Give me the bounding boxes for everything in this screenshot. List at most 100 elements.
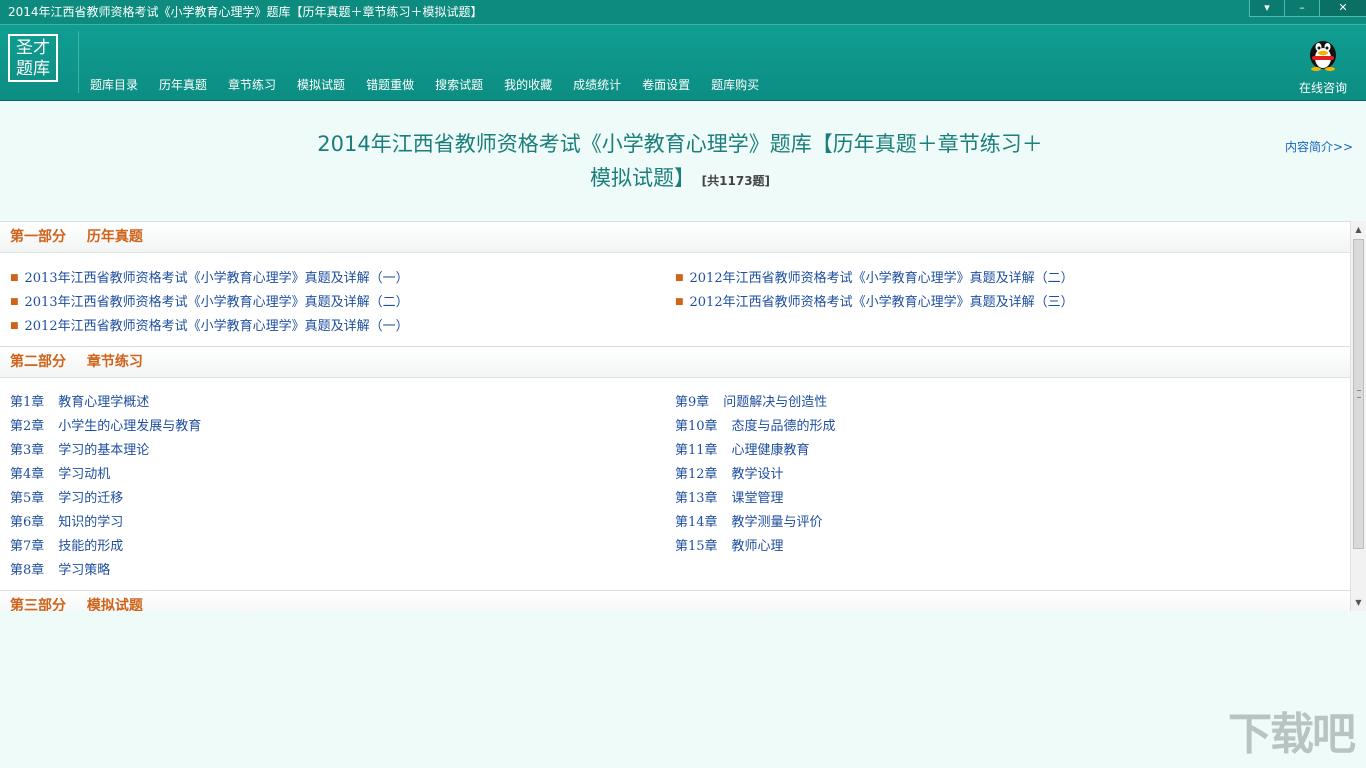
section-name: 章节练习 (86, 354, 143, 370)
chapter-title: 课堂管理 (731, 491, 784, 506)
chapter-item[interactable]: 第13章 课堂管理 (675, 487, 836, 511)
chapter-title: 态度与品德的形成 (731, 419, 836, 434)
online-consult-button[interactable]: 在线咨询 (1298, 33, 1348, 96)
nav-catalog[interactable]: 题库目录 (90, 76, 138, 93)
chapter-item[interactable]: 第9章 问题解决与创造性 (675, 391, 836, 415)
chapter-item[interactable]: 第7章 技能的形成 (10, 535, 201, 559)
window-title: 2014年江西省教师资格考试《小学教育心理学》题库【历年真题＋章节练习＋模拟试题… (8, 5, 483, 19)
chapter-item[interactable]: 第14章 教学测量与评价 (675, 511, 836, 535)
page-title-line-1: 2014年江西省教师资格考试《小学教育心理学》题库【历年真题＋章节练习＋ (317, 132, 1043, 156)
chapter-number: 第12章 (675, 467, 718, 482)
chapter-number: 第4章 (10, 467, 45, 482)
chapter-number: 第14章 (675, 515, 718, 530)
close-button[interactable]: ✕ (1319, 0, 1366, 17)
app-header: 圣才 题库 题库目录 历年真题 章节练习 模拟试题 错题重做 搜索试题 我的收藏… (0, 25, 1366, 101)
page-title-line-2: 模拟试题】 [共1173题] (280, 161, 1080, 198)
nav-paper-settings[interactable]: 卷面设置 (642, 76, 690, 93)
chapter-number: 第15章 (675, 539, 718, 554)
chapter-title: 学习动机 (58, 467, 111, 482)
chapter-title: 心理健康教育 (731, 443, 810, 458)
chapter-right-column: 第9章 问题解决与创造性 第10章 态度与品德的形成 第11章 心理健康教育 第12章… (675, 391, 836, 559)
list-item[interactable]: ■ 2012年江西省教师资格考试《小学教育心理学》真题及详解（三） (675, 290, 1074, 314)
minimize-button[interactable]: – (1284, 0, 1319, 17)
nav-favorites[interactable]: 我的收藏 (504, 76, 552, 93)
chapter-item[interactable]: 第5章 学习的迁移 (10, 487, 201, 511)
chapter-title: 教学测量与评价 (731, 515, 823, 530)
qq-penguin-icon (1310, 41, 1336, 71)
chapter-number: 第1章 (10, 395, 45, 410)
list-item[interactable]: ■ 2012年江西省教师资格考试《小学教育心理学》真题及详解（二） (675, 266, 1074, 290)
dropdown-button[interactable]: ▾ (1249, 0, 1284, 17)
chapter-item[interactable]: 第11章 心理健康教育 (675, 439, 836, 463)
chapter-title: 问题解决与创造性 (723, 395, 828, 410)
nav-chapter-practice[interactable]: 章节练习 (228, 76, 276, 93)
chapter-item[interactable]: 第6章 知识的学习 (10, 511, 201, 535)
page-title: 2014年江西省教师资格考试《小学教育心理学》题库【历年真题＋章节练习＋ 模拟试… (280, 127, 1080, 198)
chapter-item[interactable]: 第8章 学习策略 (10, 559, 201, 583)
nav-search[interactable]: 搜索试题 (435, 76, 483, 93)
main-nav: 题库目录 历年真题 章节练习 模拟试题 错题重做 搜索试题 我的收藏 成绩统计 … (90, 76, 780, 93)
intro-link[interactable]: 内容简介>> (1285, 138, 1353, 155)
chapter-item[interactable]: 第15章 教师心理 (675, 535, 836, 559)
logo-line-2: 题库 (16, 59, 50, 79)
chapter-item[interactable]: 第10章 态度与品德的形成 (675, 415, 836, 439)
chapter-number: 第6章 (10, 515, 45, 530)
nav-mock-exams[interactable]: 模拟试题 (297, 76, 345, 93)
chapter-number: 第11章 (675, 443, 718, 458)
bullet-icon: ■ (675, 297, 684, 307)
section-header-chapter-practice: 第二部分 章节练习 (0, 347, 1350, 378)
chapter-number: 第5章 (10, 491, 45, 506)
nav-past-exams[interactable]: 历年真题 (159, 76, 207, 93)
bullet-icon: ■ (675, 273, 684, 283)
chapter-item[interactable]: 第4章 学习动机 (10, 463, 201, 487)
chapter-left-column: 第1章 教育心理学概述 第2章 小学生的心理发展与教育 第3章 学习的基本理论 第4章… (10, 391, 201, 583)
vertical-scrollbar[interactable]: ▲ ▼ (1350, 221, 1366, 611)
chapter-title: 技能的形成 (58, 539, 124, 554)
section-name: 模拟试题 (86, 598, 143, 612)
list-item-label: 2012年江西省教师资格考试《小学教育心理学》真题及详解（二） (689, 271, 1074, 286)
main-area: 2014年江西省教师资格考试《小学教育心理学》题库【历年真题＋章节练习＋ 模拟试… (0, 101, 1366, 612)
list-item-label: 2013年江西省教师资格考试《小学教育心理学》真题及详解（二） (24, 295, 409, 310)
chapter-number: 第7章 (10, 539, 45, 554)
chapter-number: 第2章 (10, 419, 45, 434)
catalog-content: 第一部分 历年真题 ■ 2013年江西省教师资格考试《小学教育心理学》真题及详解（… (0, 221, 1350, 612)
chapter-number: 第9章 (675, 395, 710, 410)
empty-area (0, 611, 1366, 768)
chapter-title: 学习的基本理论 (58, 443, 150, 458)
chapter-number: 第13章 (675, 491, 718, 506)
section-number: 第二部分 (10, 354, 66, 370)
list-item[interactable]: ■ 2012年江西省教师资格考试《小学教育心理学》真题及详解（一） (10, 314, 409, 338)
chapter-title: 学习的迁移 (58, 491, 124, 506)
chapter-item[interactable]: 第3章 学习的基本理论 (10, 439, 201, 463)
chapter-item[interactable]: 第1章 教育心理学概述 (10, 391, 201, 415)
chapter-item[interactable]: 第12章 教学设计 (675, 463, 836, 487)
nav-redo-wrong[interactable]: 错题重做 (366, 76, 414, 93)
nav-purchase[interactable]: 题库购买 (711, 76, 759, 93)
chapter-title: 教育心理学概述 (58, 395, 150, 410)
question-count: [共1173题] (701, 174, 771, 188)
bullet-icon: ■ (10, 321, 19, 331)
scroll-thumb[interactable] (1353, 239, 1364, 549)
chapter-title: 学习策略 (58, 563, 111, 578)
list-item[interactable]: ■ 2013年江西省教师资格考试《小学教育心理学》真题及详解（二） (10, 290, 409, 314)
chapter-item[interactable]: 第2章 小学生的心理发展与教育 (10, 415, 201, 439)
section-number: 第一部分 (10, 229, 66, 245)
chapter-number: 第8章 (10, 563, 45, 578)
chapter-list: 第1章 教育心理学概述 第2章 小学生的心理发展与教育 第3章 学习的基本理论 第4章… (0, 378, 1350, 591)
list-item-label: 2012年江西省教师资格考试《小学教育心理学》真题及详解（三） (689, 295, 1074, 310)
nav-statistics[interactable]: 成绩统计 (573, 76, 621, 93)
section-header-mock-exams: 第三部分 模拟试题 (0, 591, 1350, 612)
window-controls: ▾ – ✕ (1249, 0, 1366, 17)
watermark-logo: 下载吧 (1228, 709, 1356, 760)
past-exams-list: ■ 2013年江西省教师资格考试《小学教育心理学》真题及详解（一） ■ 2013年江… (0, 253, 1350, 347)
page-title-line-2-text: 模拟试题】 (589, 166, 695, 190)
bullet-icon: ■ (10, 273, 19, 283)
chapter-title: 知识的学习 (58, 515, 124, 530)
section-name: 历年真题 (86, 229, 143, 245)
bullet-icon: ■ (10, 297, 19, 307)
list-item[interactable]: ■ 2013年江西省教师资格考试《小学教育心理学》真题及详解（一） (10, 266, 409, 290)
scroll-down-arrow-icon[interactable]: ▼ (1351, 594, 1366, 611)
chapter-number: 第10章 (675, 419, 718, 434)
scroll-up-arrow-icon[interactable]: ▲ (1351, 221, 1366, 238)
grip-icon (1357, 390, 1361, 398)
